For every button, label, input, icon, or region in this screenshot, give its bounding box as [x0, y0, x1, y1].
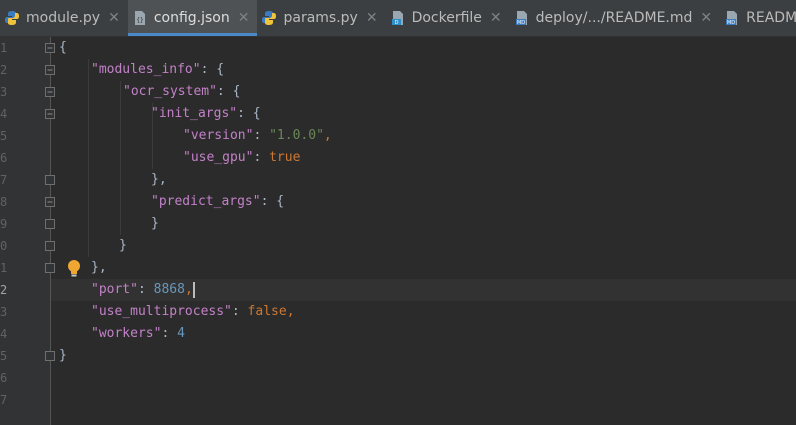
- line-number: 6: [0, 151, 8, 165]
- code-line: "version": "1.0.0",: [183, 125, 796, 147]
- code-token: : {: [200, 62, 225, 77]
- json-boolean: false: [247, 304, 287, 319]
- code-token: : {: [237, 106, 261, 121]
- code-line: "ocr_system": {: [123, 81, 796, 103]
- close-icon[interactable]: ✕: [366, 10, 378, 26]
- code-token: },: [91, 260, 107, 275]
- line-number: 6: [0, 371, 8, 385]
- docker-icon: D: [390, 10, 406, 26]
- code-token: :: [161, 326, 178, 341]
- code-token: :: [137, 282, 154, 297]
- code-line: }: [151, 213, 796, 235]
- line-number: 8: [0, 195, 8, 209]
- json-boolean: true: [269, 150, 301, 165]
- tab-label: Dockerfile: [411, 10, 482, 26]
- code-token: :: [253, 150, 270, 165]
- line-number: 9: [0, 217, 8, 231]
- code-line: "use_gpu": true: [183, 147, 796, 169]
- tab-module-py[interactable]: module.py ✕: [0, 0, 128, 36]
- line-number: 3: [0, 85, 8, 99]
- code-line: },: [151, 169, 796, 191]
- tab-config-json[interactable]: {} config.json ✕: [127, 0, 258, 36]
- code-token: ,: [286, 304, 295, 319]
- svg-text:MD: MD: [517, 20, 525, 26]
- tab-label: module.py: [26, 10, 101, 26]
- code-line: },: [91, 257, 796, 279]
- json-key: "use_gpu": [183, 150, 254, 165]
- close-icon[interactable]: ✕: [490, 10, 502, 26]
- code-token: :: [253, 128, 270, 143]
- svg-text:MD: MD: [727, 20, 735, 26]
- code-token: ,: [184, 282, 193, 297]
- json-key: "use_multiprocess": [91, 304, 232, 319]
- code-line: "init_args": {: [151, 103, 796, 125]
- line-number: 7: [0, 173, 8, 187]
- svg-text:D: D: [394, 20, 398, 26]
- code-content[interactable]: { "modules_info": { "ocr_system": { "ini…: [51, 37, 796, 425]
- json-key: "version": [183, 128, 254, 143]
- code-line-current: "port": 8868,: [91, 279, 796, 301]
- tab-readme[interactable]: MD README.md: [720, 0, 796, 36]
- line-number: 1: [0, 261, 8, 275]
- code-line: {: [59, 37, 796, 59]
- close-icon[interactable]: ✕: [700, 10, 712, 26]
- line-number: 5: [0, 129, 8, 143]
- tab-label: deploy/.../README.md: [535, 10, 693, 26]
- tab-params-py[interactable]: params.py ✕: [257, 0, 385, 36]
- python-icon: [4, 10, 20, 26]
- code-token: : {: [260, 194, 285, 209]
- code-token: :: [231, 304, 248, 319]
- line-number-current: 2: [0, 283, 8, 297]
- markdown-icon: MD: [514, 10, 530, 26]
- code-token: },: [151, 172, 167, 187]
- markdown-icon: MD: [724, 10, 740, 26]
- tab-deploy-readme[interactable]: MD deploy/.../README.md ✕: [510, 0, 720, 36]
- code-token: {: [59, 40, 67, 55]
- code-line: "modules_info": {: [91, 59, 796, 81]
- line-number: 7: [0, 393, 8, 407]
- code-line: }: [59, 345, 796, 367]
- tab-label: README.md: [746, 10, 796, 26]
- code-line: "workers": 4: [91, 323, 796, 345]
- code-token: ,: [323, 128, 332, 143]
- line-number: 2: [0, 63, 8, 77]
- json-key: "port": [91, 282, 138, 297]
- code-line: "predict_args": {: [151, 191, 796, 213]
- code-token: }: [59, 348, 67, 363]
- tab-dockerfile[interactable]: D Dockerfile ✕: [386, 0, 510, 36]
- code-token: }: [151, 216, 159, 231]
- json-string: "1.0.0": [269, 128, 324, 143]
- tab-label: params.py: [283, 10, 358, 26]
- json-key: "predict_args": [151, 194, 261, 209]
- svg-text:{}: {}: [136, 17, 143, 24]
- line-number: 3: [0, 305, 8, 319]
- json-key: "modules_info": [91, 62, 201, 77]
- json-key: "init_args": [151, 106, 238, 121]
- code-token: }: [119, 238, 127, 253]
- close-icon[interactable]: ✕: [238, 10, 250, 26]
- line-number: 4: [0, 107, 8, 121]
- text-caret: [192, 281, 195, 298]
- json-number: 4: [177, 326, 185, 341]
- line-number: 1: [0, 41, 8, 55]
- python-icon: [261, 10, 277, 26]
- code-line: "use_multiprocess": false,: [91, 301, 796, 323]
- editor-tab-bar: module.py ✕ {} config.json ✕ params.py ✕…: [0, 0, 796, 37]
- line-number: 0: [0, 239, 8, 253]
- tab-label: config.json: [153, 10, 230, 26]
- line-number: 4: [0, 327, 8, 341]
- line-number: 5: [0, 349, 8, 363]
- json-key: "ocr_system": [123, 84, 217, 99]
- code-line: }: [119, 235, 796, 257]
- json-number: 8868: [153, 282, 185, 297]
- close-icon[interactable]: ✕: [108, 10, 120, 26]
- code-editor[interactable]: 1 2 3 4 5 6 7 8 9 0 1 2 3 4 5 6 7 { "mod…: [0, 37, 796, 425]
- json-icon: {}: [132, 10, 148, 26]
- code-token: : {: [216, 84, 241, 99]
- json-key: "workers": [91, 326, 162, 341]
